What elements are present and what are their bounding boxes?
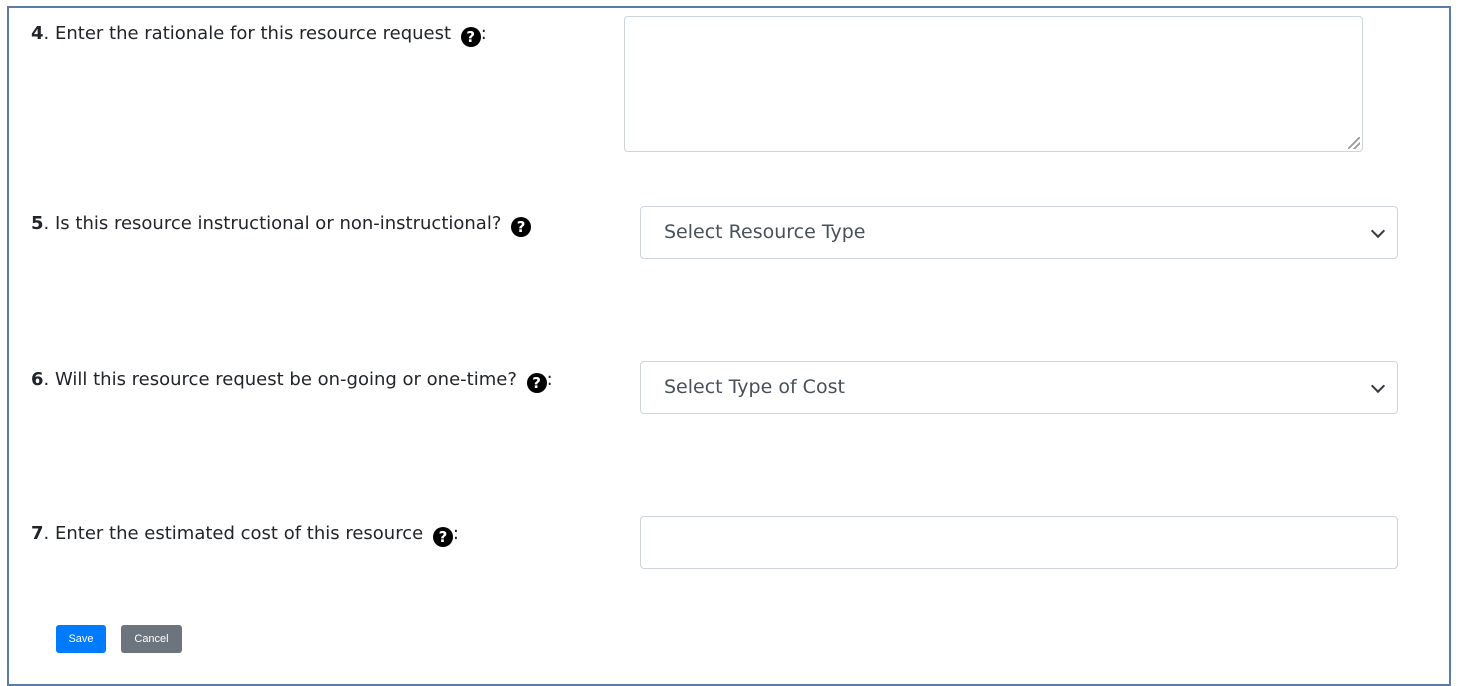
question-4-text: . Enter the rationale for this resource … [43,23,452,44]
question-5-text: . Is this resource instructional or non-… [43,213,502,234]
cost-type-selected: Select Type of Cost [664,376,845,398]
question-4-suffix: : [480,23,487,44]
resize-handle-icon[interactable] [1348,137,1360,149]
question-6-number: 6 [31,369,44,390]
question-6-text: . Will this resource request be on-going… [43,369,517,390]
question-circle-icon[interactable]: ? [511,217,532,237]
resource-type-selected: Select Resource Type [664,221,866,243]
cost-type-select[interactable]: Select Type of Cost [640,361,1398,414]
chevron-down-icon [1370,223,1386,239]
chevron-down-icon [1370,378,1386,394]
question-circle-icon[interactable]: ? [432,527,453,547]
question-7-label: 7. Enter the estimated cost of this reso… [31,522,459,547]
resource-type-select[interactable]: Select Resource Type [640,206,1398,259]
question-7-text: . Enter the estimated cost of this resou… [43,523,424,544]
rationale-textarea[interactable] [624,16,1363,152]
estimated-cost-input[interactable] [640,516,1398,569]
question-4-number: 4 [31,23,44,44]
question-6-suffix: : [546,369,553,390]
cancel-button[interactable]: Cancel [121,625,182,653]
question-7-number: 7 [31,523,44,544]
question-7-suffix: : [452,523,459,544]
question-6-label: 6. Will this resource request be on-goin… [31,368,553,393]
question-circle-icon[interactable]: ? [460,27,481,47]
question-5-number: 5 [31,213,44,234]
question-5-label: 5. Is this resource instructional or non… [31,212,532,237]
question-4-label: 4. Enter the rationale for this resource… [31,22,487,47]
save-button[interactable]: Save [56,625,106,653]
question-circle-icon[interactable]: ? [526,373,547,393]
